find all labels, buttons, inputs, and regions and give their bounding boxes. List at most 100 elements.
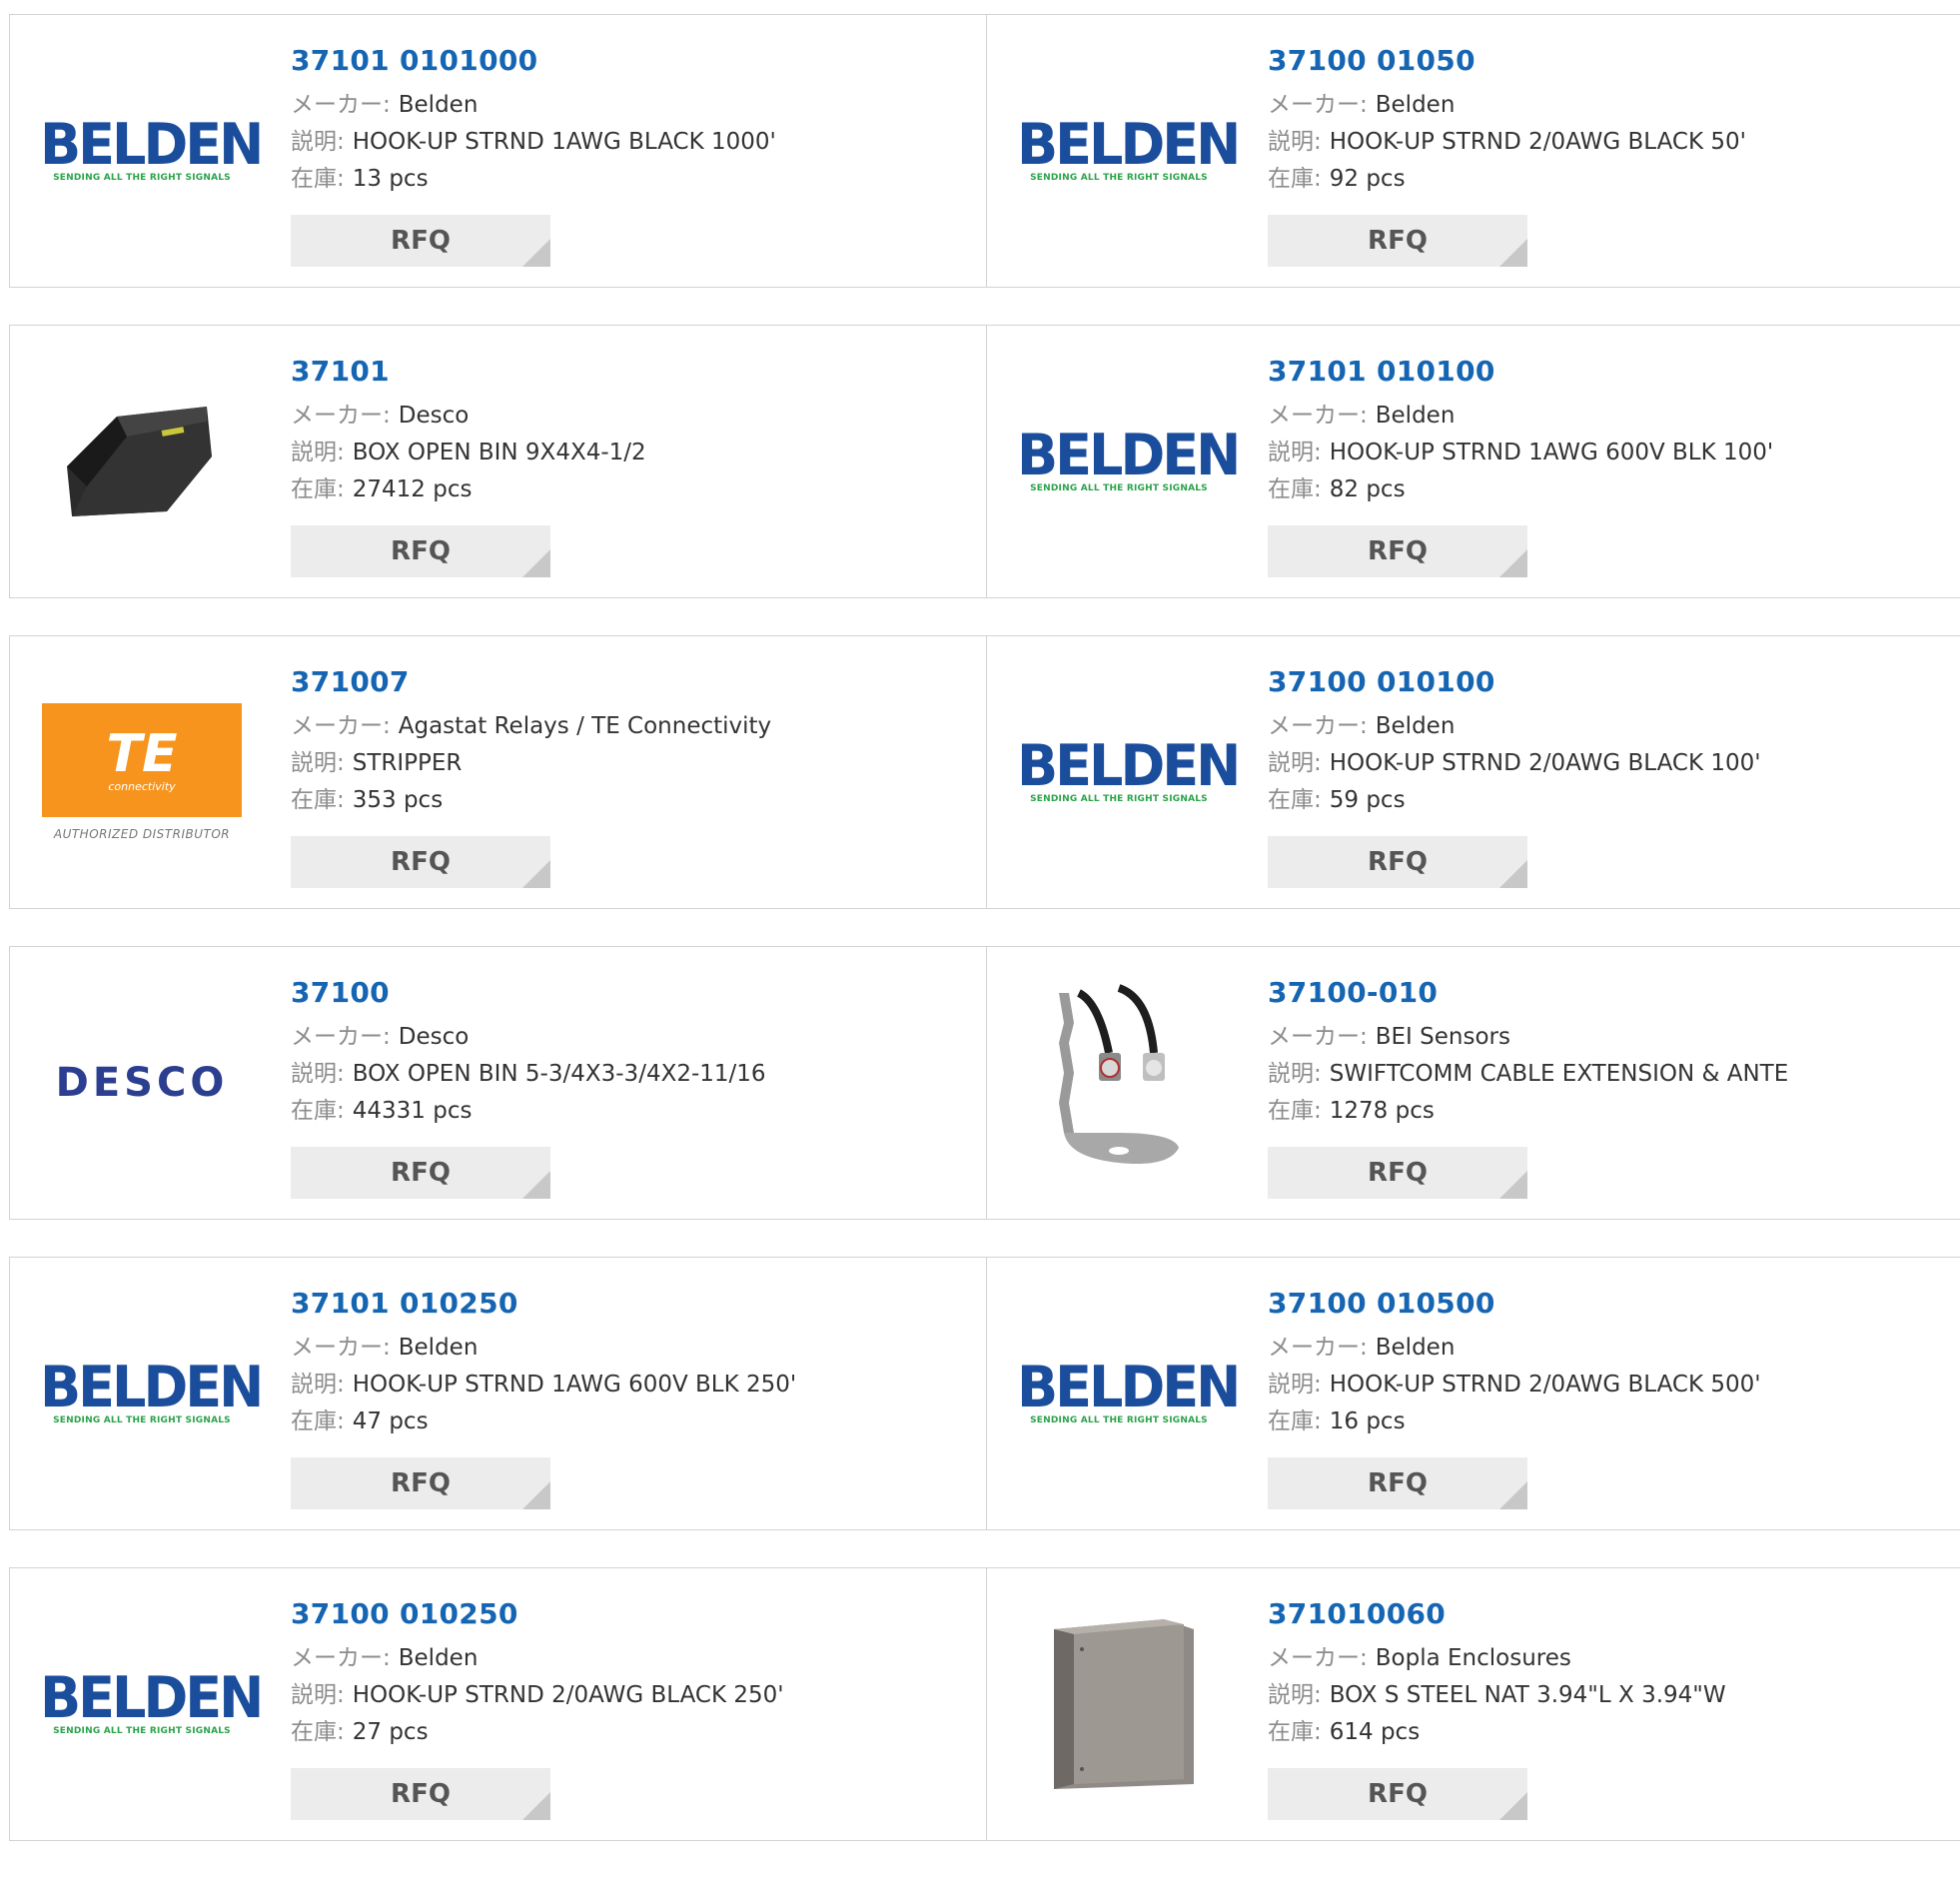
product-image[interactable]: BELDEN SENDING ALL THE RIGHT SIGNALS <box>40 56 264 246</box>
description-label: 説明: <box>291 129 345 155</box>
rfq-button[interactable]: RFQ <box>1268 1457 1527 1509</box>
description-label: 説明: <box>291 1061 345 1087</box>
product-info: 37101 010100 メーカー: Belden 説明: HOOK-UP STRN… <box>1268 352 1773 508</box>
stock-value: 59 pcs <box>1329 787 1406 813</box>
description-label: 説明: <box>291 750 345 776</box>
product-info: 371010060 メーカー: Bopla Enclosures 説明: BOX S… <box>1268 1594 1726 1751</box>
manufacturer-row: メーカー: Belden <box>291 1330 796 1367</box>
rfq-button[interactable]: RFQ <box>1268 215 1527 267</box>
rfq-button[interactable]: RFQ <box>1268 1147 1527 1199</box>
manufacturer-row: メーカー: Belden <box>291 1640 784 1677</box>
product-image[interactable]: BELDEN SENDING ALL THE RIGHT SIGNALS <box>1017 1299 1241 1488</box>
product-row: BELDEN SENDING ALL THE RIGHT SIGNALS 3710… <box>9 1257 1960 1530</box>
manufacturer-value: Belden <box>1375 403 1456 429</box>
product-image[interactable] <box>1017 984 1221 1178</box>
manufacturer-row: メーカー: Bopla Enclosures <box>1268 1640 1726 1677</box>
product-card: TE connectivity AUTHORIZED DISTRIBUTOR 371… <box>9 635 987 909</box>
rfq-button[interactable]: RFQ <box>291 1457 550 1509</box>
description-value: HOOK-UP STRND 1AWG 600V BLK 250' <box>352 1372 797 1398</box>
product-info: 37100 01050 メーカー: Belden 説明: HOOK-UP STRND… <box>1268 41 1746 198</box>
description-row: 説明: HOOK-UP STRND 1AWG BLACK 1000' <box>291 124 776 161</box>
manufacturer-label: メーカー: <box>291 403 391 429</box>
te-authorized-text: AUTHORIZED DISTRIBUTOR <box>53 827 231 841</box>
description-row: 説明: BOX OPEN BIN 5-3/4X3-3/4X2-11/16 <box>291 1056 766 1093</box>
product-card: BELDEN SENDING ALL THE RIGHT SIGNALS 3710… <box>987 325 1960 598</box>
description-row: 説明: HOOK-UP STRND 1AWG 600V BLK 100' <box>1268 435 1773 471</box>
product-image[interactable] <box>40 367 244 556</box>
description-label: 説明: <box>291 1372 345 1398</box>
product-image[interactable]: DESCO <box>40 988 244 1178</box>
belden-logo: BELDEN SENDING ALL THE RIGHT SIGNALS <box>1017 1354 1241 1426</box>
manufacturer-value: Desco <box>398 1024 470 1050</box>
part-number-link[interactable]: 37101 010100 <box>1268 352 1773 392</box>
description-label: 説明: <box>291 1682 345 1708</box>
description-row: 説明: BOX OPEN BIN 9X4X4-1/2 <box>291 435 646 471</box>
description-label: 説明: <box>1268 1372 1322 1398</box>
stock-row: 在庫: 16 pcs <box>1268 1404 1761 1440</box>
part-number-link[interactable]: 37101 <box>291 352 646 392</box>
description-row: 説明: SWIFTCOMM CABLE EXTENSION & ANTE <box>1268 1056 1788 1093</box>
product-image[interactable]: BELDEN SENDING ALL THE RIGHT SIGNALS <box>40 1299 264 1488</box>
te-logo-sub: connectivity <box>108 779 176 793</box>
stock-label: 在庫: <box>1268 1408 1322 1434</box>
stock-label: 在庫: <box>1268 1098 1322 1124</box>
rfq-button[interactable]: RFQ <box>291 1147 550 1199</box>
product-image[interactable] <box>1017 1609 1221 1799</box>
part-number-link[interactable]: 37100 010250 <box>291 1594 784 1634</box>
product-row: BELDEN SENDING ALL THE RIGHT SIGNALS 3710… <box>9 14 1960 288</box>
stock-label: 在庫: <box>1268 476 1322 502</box>
manufacturer-value: Belden <box>398 1645 479 1671</box>
rfq-button[interactable]: RFQ <box>1268 1768 1527 1820</box>
stock-value: 13 pcs <box>352 166 429 192</box>
rfq-button[interactable]: RFQ <box>291 215 550 267</box>
belden-logo-word: BELDEN <box>40 1664 264 1731</box>
product-card: 37100-010 メーカー: BEI Sensors 説明: SWIFTCOMM … <box>987 946 1960 1220</box>
part-number-link[interactable]: 371010060 <box>1268 1594 1726 1634</box>
part-number-link[interactable]: 37100 01050 <box>1268 41 1746 81</box>
rfq-button[interactable]: RFQ <box>291 836 550 888</box>
stock-row: 在庫: 92 pcs <box>1268 161 1746 198</box>
part-number-link[interactable]: 37101 0101000 <box>291 41 776 81</box>
description-value: HOOK-UP STRND 1AWG 600V BLK 100' <box>1329 440 1774 466</box>
stock-row: 在庫: 27412 pcs <box>291 471 646 508</box>
manufacturer-value: Belden <box>1375 1335 1456 1361</box>
product-image[interactable]: BELDEN SENDING ALL THE RIGHT SIGNALS <box>40 1609 264 1799</box>
description-label: 説明: <box>1268 129 1322 155</box>
part-number-link[interactable]: 37100 010100 <box>1268 662 1761 702</box>
part-number-link[interactable]: 37100-010 <box>1268 973 1788 1013</box>
product-info: 371007 メーカー: Agastat Relays / TE Connecti… <box>291 662 771 819</box>
product-info: 37100 メーカー: Desco 説明: BOX OPEN BIN 5-3/4X3… <box>291 973 766 1130</box>
product-image[interactable]: BELDEN SENDING ALL THE RIGHT SIGNALS <box>1017 367 1241 556</box>
product-card: BELDEN SENDING ALL THE RIGHT SIGNALS 3710… <box>9 14 987 288</box>
manufacturer-value: Belden <box>1375 92 1456 118</box>
stock-label: 在庫: <box>291 1719 345 1745</box>
rfq-button[interactable]: RFQ <box>1268 836 1527 888</box>
rfq-button[interactable]: RFQ <box>291 525 550 577</box>
rfq-button[interactable]: RFQ <box>1268 525 1527 577</box>
manufacturer-label: メーカー: <box>1268 1645 1368 1671</box>
description-label: 説明: <box>291 440 345 466</box>
stock-value: 27412 pcs <box>352 476 473 502</box>
rfq-button[interactable]: RFQ <box>291 1768 550 1820</box>
product-image[interactable]: TE connectivity AUTHORIZED DISTRIBUTOR <box>40 677 244 867</box>
description-value: HOOK-UP STRND 2/0AWG BLACK 500' <box>1329 1372 1761 1398</box>
description-row: 説明: BOX S STEEL NAT 3.94"L X 3.94"W <box>1268 1677 1726 1714</box>
product-row: TE connectivity AUTHORIZED DISTRIBUTOR 371… <box>9 635 1960 909</box>
product-card: BELDEN SENDING ALL THE RIGHT SIGNALS 3710… <box>9 1257 987 1530</box>
description-label: 説明: <box>1268 440 1322 466</box>
part-number-link[interactable]: 371007 <box>291 662 771 702</box>
belden-logo-word: BELDEN <box>1017 1354 1241 1420</box>
description-row: 説明: HOOK-UP STRND 2/0AWG BLACK 500' <box>1268 1367 1761 1404</box>
manufacturer-value: Desco <box>398 403 470 429</box>
part-number-link[interactable]: 37100 010500 <box>1268 1284 1761 1324</box>
product-row: DESCO 37100 メーカー: Desco 説明: BOX OPEN BIN 5… <box>9 946 1960 1220</box>
product-image[interactable]: BELDEN SENDING ALL THE RIGHT SIGNALS <box>1017 56 1241 246</box>
stock-label: 在庫: <box>291 787 345 813</box>
part-number-link[interactable]: 37100 <box>291 973 766 1013</box>
stock-value: 614 pcs <box>1329 1719 1421 1745</box>
product-image[interactable]: BELDEN SENDING ALL THE RIGHT SIGNALS <box>1017 677 1241 867</box>
part-number-link[interactable]: 37101 010250 <box>291 1284 796 1324</box>
description-row: 説明: STRIPPER <box>291 745 771 782</box>
belden-logo: BELDEN SENDING ALL THE RIGHT SIGNALS <box>1017 737 1241 805</box>
belden-logo: BELDEN SENDING ALL THE RIGHT SIGNALS <box>40 1664 264 1737</box>
